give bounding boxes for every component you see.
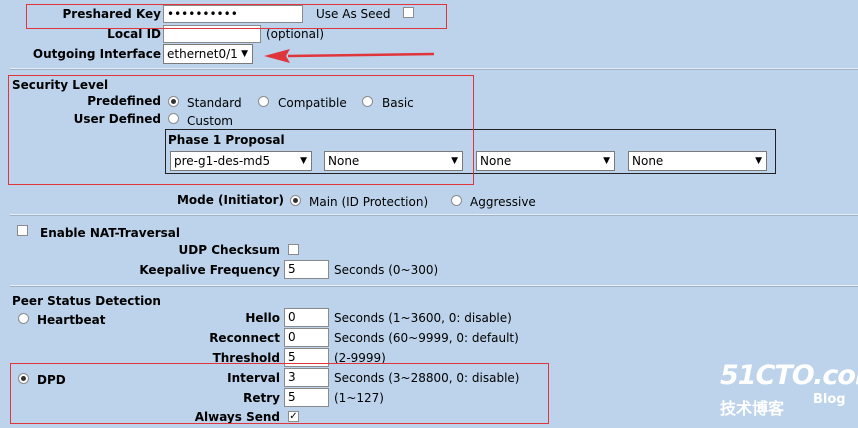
separator — [10, 214, 858, 216]
watermark-blog: Blog — [813, 392, 846, 407]
aggressive-mode-label: Aggressive — [470, 195, 536, 209]
main-mode-label: Main (ID Protection) — [309, 195, 429, 209]
hello-label: Hello — [245, 311, 280, 325]
chevron-down-icon: ▼ — [241, 49, 248, 59]
reconnect-unit: Seconds (60~9999, 0: default) — [334, 331, 519, 345]
reconnect-label: Reconnect — [209, 331, 280, 345]
chevron-down-icon: ▼ — [603, 156, 610, 166]
local-id-note: (optional) — [266, 27, 324, 41]
proposal-select-3[interactable]: None ▼ — [476, 151, 615, 171]
mode-label: Mode (Initiator) — [176, 193, 284, 207]
keepalive-label: Keepalive Frequency — [139, 263, 280, 277]
main-mode-radio[interactable] — [290, 195, 301, 206]
chevron-down-icon: ▼ — [755, 156, 762, 166]
nat-traversal-label: Enable NAT-Traversal — [40, 226, 181, 240]
udp-checksum-checkbox[interactable] — [288, 244, 299, 255]
separator — [10, 68, 858, 70]
hello-input[interactable]: 0 — [284, 308, 329, 327]
keepalive-input[interactable]: 5 — [284, 260, 329, 279]
outgoing-interface-select[interactable]: ethernet0/1 ▼ — [163, 44, 253, 64]
local-id-label: Local ID — [107, 27, 161, 41]
nat-traversal-checkbox[interactable] — [17, 225, 28, 236]
hello-unit: Seconds (1~3600, 0: disable) — [334, 311, 512, 325]
udp-checksum-label: UDP Checksum — [178, 243, 280, 257]
separator — [10, 285, 858, 287]
heartbeat-label: Heartbeat — [37, 313, 106, 327]
annotation-arrow-icon — [264, 49, 435, 63]
annotation-box-dpd — [10, 363, 549, 424]
aggressive-mode-radio[interactable] — [451, 195, 462, 206]
proposal-value-4: None — [632, 154, 664, 168]
annotation-box-preshared — [26, 4, 447, 29]
outgoing-interface-label: Outgoing Interface — [32, 47, 161, 61]
reconnect-input[interactable]: 0 — [284, 328, 329, 347]
annotation-box-security — [8, 75, 474, 185]
proposal-value-3: None — [480, 154, 512, 168]
keepalive-unit: Seconds (0~300) — [334, 263, 439, 277]
proposal-select-4[interactable]: None ▼ — [628, 151, 767, 171]
heartbeat-radio[interactable] — [18, 313, 29, 324]
outgoing-interface-value: ethernet0/1 — [167, 47, 238, 61]
watermark-sub: 技术博客 — [720, 399, 785, 418]
watermark-brand: 51CTO.com — [720, 360, 858, 391]
peer-status-title: Peer Status Detection — [12, 294, 161, 308]
